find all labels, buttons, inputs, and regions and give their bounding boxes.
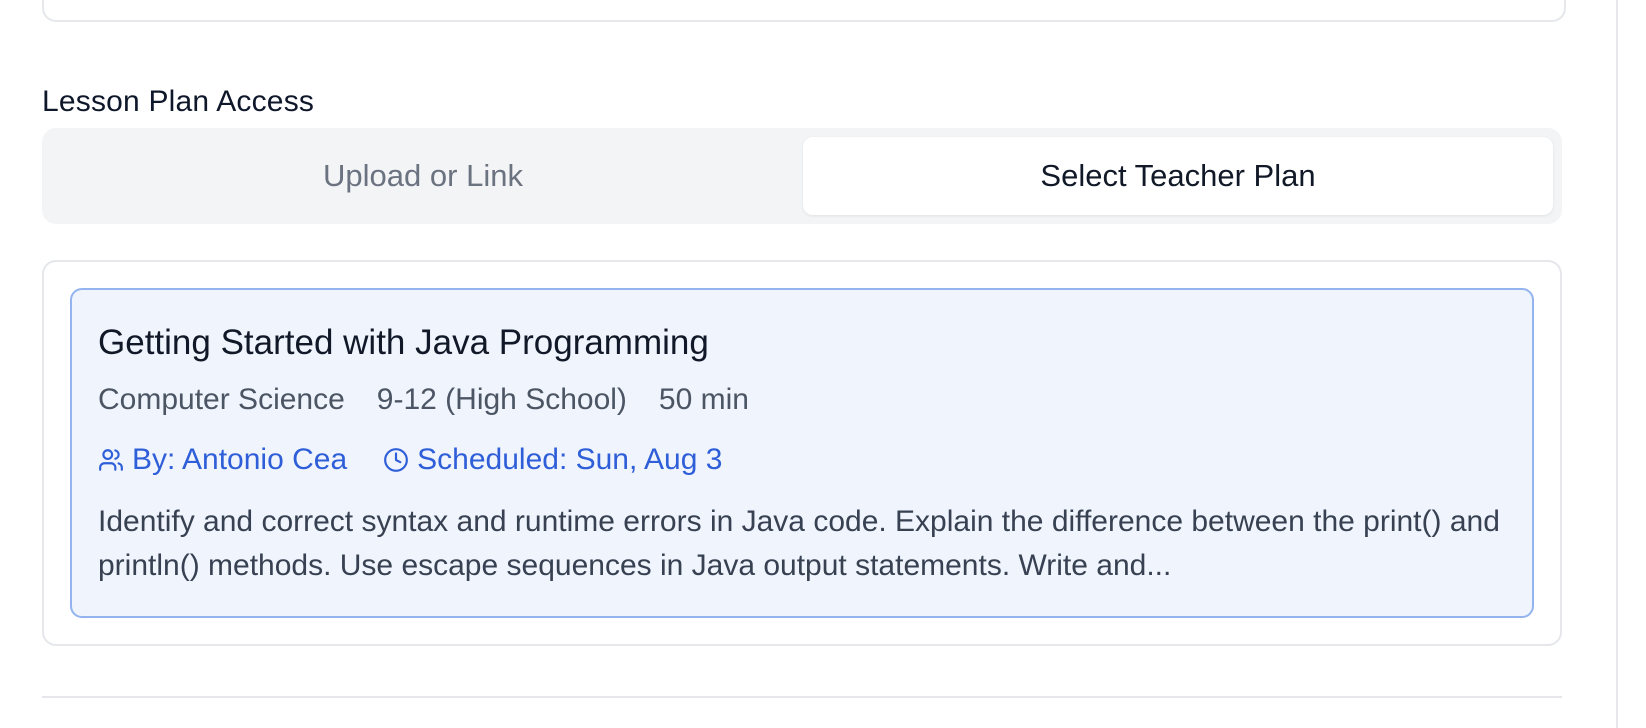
teacher-plans-panel: Getting Started with Java Programming Co… — [42, 260, 1562, 646]
plan-author-text: By: Antonio Cea — [132, 443, 348, 476]
divider — [42, 696, 1562, 698]
tab-select-teacher-plan[interactable]: Select Teacher Plan — [803, 137, 1553, 215]
lesson-plan-access-tabs: Upload or Link Select Teacher Plan — [42, 128, 1562, 224]
plan-description: Identify and correct syntax and runtime … — [98, 505, 1500, 582]
plan-subject: Computer Science — [98, 383, 345, 416]
plan-meta: Computer Science 9-12 (High School) 50 min — [98, 382, 781, 418]
tab-upload-or-link[interactable]: Upload or Link — [50, 137, 796, 215]
plan-author: By: Antonio Cea — [98, 442, 347, 478]
plan-title: Getting Started with Java Programming — [98, 323, 709, 362]
clock-icon — [384, 448, 409, 472]
lesson-plan-access-label: Lesson Plan Access — [42, 85, 315, 118]
lesson-plan-card[interactable]: Getting Started with Java Programming Co… — [70, 288, 1534, 618]
plan-duration: 50 min — [658, 383, 749, 416]
plan-scheduled-text: Scheduled: Sun, Aug 3 — [417, 443, 723, 476]
previous-card — [42, 0, 1566, 22]
plan-grade: 9-12 (High School) — [376, 383, 627, 416]
plan-info: By: Antonio Cea Scheduled: Sun, Aug 3 — [98, 442, 758, 478]
scrollbar[interactable] — [1616, 0, 1646, 728]
plan-scheduled: Scheduled: Sun, Aug 3 — [383, 442, 722, 478]
users-icon — [99, 449, 123, 471]
page: Lesson Plan Access Upload or Link Select… — [0, 0, 1646, 728]
